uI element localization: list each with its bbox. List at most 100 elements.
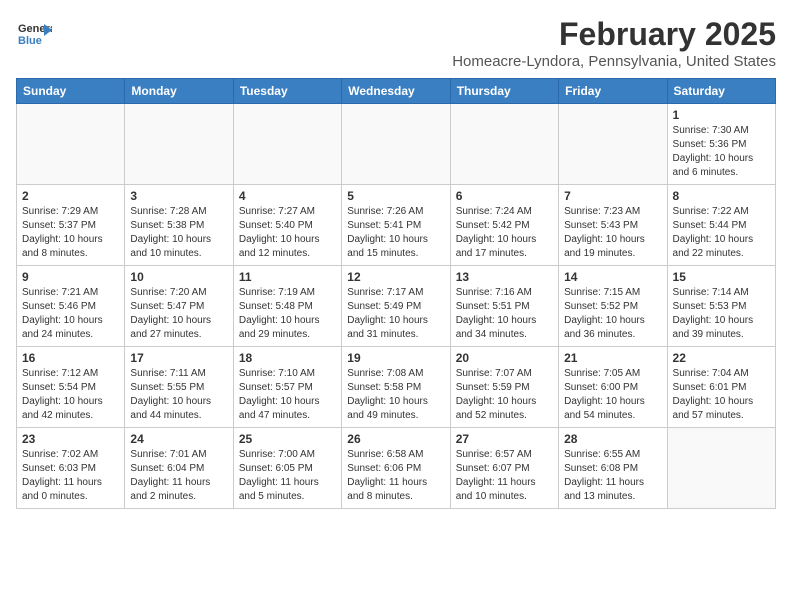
day-info: Sunrise: 7:14 AM Sunset: 5:53 PM Dayligh…: [673, 286, 770, 342]
day-info: Sunrise: 7:21 AM Sunset: 5:46 PM Dayligh…: [22, 286, 119, 342]
day-number: 9: [22, 270, 119, 284]
day-info: Sunrise: 6:57 AM Sunset: 6:07 PM Dayligh…: [456, 448, 553, 504]
logo: General Blue: [16, 16, 52, 52]
calendar-week-5: 23Sunrise: 7:02 AM Sunset: 6:03 PM Dayli…: [17, 428, 776, 509]
calendar-week-4: 16 Sunrise: 7:12 AM Sunset: 5:54 PM Dayli…: [17, 347, 776, 428]
calendar-cell: 5 Sunrise: 7:26 AM Sunset: 5:41 PM Daylig…: [342, 185, 450, 266]
calendar-cell: 1 Sunrise: 7:30 AM Sunset: 5:36 PM Daylig…: [667, 104, 775, 185]
calendar-cell: 25 Sunrise: 7:00 AM Sunset: 6:05 PM Dayli…: [233, 428, 341, 509]
day-number: 19: [347, 351, 444, 365]
day-number: 15: [673, 270, 770, 284]
svg-text:Blue: Blue: [18, 35, 42, 47]
day-info: Sunrise: 7:12 AM Sunset: 5:54 PM Dayligh…: [22, 367, 119, 423]
day-number: 21: [564, 351, 661, 365]
calendar-cell: 4 Sunrise: 7:27 AM Sunset: 5:40 PM Daylig…: [233, 185, 341, 266]
weekday-header-wednesday: Wednesday: [342, 79, 450, 104]
calendar-cell: 20 Sunrise: 7:07 AM Sunset: 5:59 PM Dayli…: [450, 347, 558, 428]
calendar-cell: 9 Sunrise: 7:21 AM Sunset: 5:46 PM Daylig…: [17, 266, 125, 347]
day-number: 7: [564, 189, 661, 203]
calendar-cell: 12 Sunrise: 7:17 AM Sunset: 5:49 PM Dayli…: [342, 266, 450, 347]
calendar-cell: 23Sunrise: 7:02 AM Sunset: 6:03 PM Dayli…: [17, 428, 125, 509]
logo-icon: General Blue: [16, 16, 52, 52]
calendar-cell: 24 Sunrise: 7:01 AM Sunset: 6:04 PM Dayli…: [125, 428, 233, 509]
calendar-table: SundayMondayTuesdayWednesdayThursdayFrid…: [16, 78, 776, 509]
day-number: 24: [130, 432, 227, 446]
day-number: 1: [673, 108, 770, 122]
day-info: Sunrise: 7:23 AM Sunset: 5:43 PM Dayligh…: [564, 205, 661, 261]
calendar-week-3: 9 Sunrise: 7:21 AM Sunset: 5:46 PM Daylig…: [17, 266, 776, 347]
title-area: February 2025 Homeacre-Lyndora, Pennsylv…: [452, 16, 776, 70]
day-info: Sunrise: 7:19 AM Sunset: 5:48 PM Dayligh…: [239, 286, 336, 342]
day-info: Sunrise: 7:00 AM Sunset: 6:05 PM Dayligh…: [239, 448, 336, 504]
calendar-cell: 13 Sunrise: 7:16 AM Sunset: 5:51 PM Dayli…: [450, 266, 558, 347]
day-number: 4: [239, 189, 336, 203]
day-info: Sunrise: 7:27 AM Sunset: 5:40 PM Dayligh…: [239, 205, 336, 261]
day-number: 22: [673, 351, 770, 365]
day-number: 13: [456, 270, 553, 284]
day-info: Sunrise: 7:29 AM Sunset: 5:37 PM Dayligh…: [22, 205, 119, 261]
day-number: 12: [347, 270, 444, 284]
calendar-cell: 6 Sunrise: 7:24 AM Sunset: 5:42 PM Daylig…: [450, 185, 558, 266]
day-info: Sunrise: 7:04 AM Sunset: 6:01 PM Dayligh…: [673, 367, 770, 423]
calendar-cell: 17 Sunrise: 7:11 AM Sunset: 5:55 PM Dayli…: [125, 347, 233, 428]
day-number: 10: [130, 270, 227, 284]
calendar-cell: 26 Sunrise: 6:58 AM Sunset: 6:06 PM Dayli…: [342, 428, 450, 509]
day-info: Sunrise: 7:26 AM Sunset: 5:41 PM Dayligh…: [347, 205, 444, 261]
calendar-cell: 7 Sunrise: 7:23 AM Sunset: 5:43 PM Daylig…: [559, 185, 667, 266]
day-info: Sunrise: 7:15 AM Sunset: 5:52 PM Dayligh…: [564, 286, 661, 342]
calendar-cell: 11Sunrise: 7:19 AM Sunset: 5:48 PM Dayli…: [233, 266, 341, 347]
day-info: Sunrise: 7:10 AM Sunset: 5:57 PM Dayligh…: [239, 367, 336, 423]
month-title: February 2025: [452, 16, 776, 53]
day-info: Sunrise: 7:24 AM Sunset: 5:42 PM Dayligh…: [456, 205, 553, 261]
calendar-cell: [17, 104, 125, 185]
day-info: Sunrise: 7:08 AM Sunset: 5:58 PM Dayligh…: [347, 367, 444, 423]
day-number: 16: [22, 351, 119, 365]
calendar-cell: [342, 104, 450, 185]
calendar-cell: 19 Sunrise: 7:08 AM Sunset: 5:58 PM Dayli…: [342, 347, 450, 428]
weekday-header-saturday: Saturday: [667, 79, 775, 104]
weekday-header-friday: Friday: [559, 79, 667, 104]
day-number: 5: [347, 189, 444, 203]
day-info: Sunrise: 7:28 AM Sunset: 5:38 PM Dayligh…: [130, 205, 227, 261]
calendar-cell: 27 Sunrise: 6:57 AM Sunset: 6:07 PM Dayli…: [450, 428, 558, 509]
calendar-cell: 28 Sunrise: 6:55 AM Sunset: 6:08 PM Dayli…: [559, 428, 667, 509]
day-info: Sunrise: 7:30 AM Sunset: 5:36 PM Dayligh…: [673, 124, 770, 180]
calendar-cell: 3Sunrise: 7:28 AM Sunset: 5:38 PM Daylig…: [125, 185, 233, 266]
day-info: Sunrise: 7:20 AM Sunset: 5:47 PM Dayligh…: [130, 286, 227, 342]
day-info: Sunrise: 7:05 AM Sunset: 6:00 PM Dayligh…: [564, 367, 661, 423]
weekday-header-tuesday: Tuesday: [233, 79, 341, 104]
weekday-header-thursday: Thursday: [450, 79, 558, 104]
day-number: 6: [456, 189, 553, 203]
weekday-header-row: SundayMondayTuesdayWednesdayThursdayFrid…: [17, 79, 776, 104]
weekday-header-sunday: Sunday: [17, 79, 125, 104]
weekday-header-monday: Monday: [125, 79, 233, 104]
day-number: 8: [673, 189, 770, 203]
calendar-week-2: 2Sunrise: 7:29 AM Sunset: 5:37 PM Daylig…: [17, 185, 776, 266]
day-number: 18: [239, 351, 336, 365]
day-number: 20: [456, 351, 553, 365]
calendar-header: General Blue February 2025 Homeacre-Lynd…: [16, 16, 776, 70]
calendar-cell: [125, 104, 233, 185]
day-info: Sunrise: 7:01 AM Sunset: 6:04 PM Dayligh…: [130, 448, 227, 504]
calendar-cell: 14 Sunrise: 7:15 AM Sunset: 5:52 PM Dayli…: [559, 266, 667, 347]
day-number: 14: [564, 270, 661, 284]
calendar-cell: [450, 104, 558, 185]
day-number: 26: [347, 432, 444, 446]
calendar-cell: 10 Sunrise: 7:20 AM Sunset: 5:47 PM Dayli…: [125, 266, 233, 347]
day-info: Sunrise: 7:17 AM Sunset: 5:49 PM Dayligh…: [347, 286, 444, 342]
calendar-cell: 15 Sunrise: 7:14 AM Sunset: 5:53 PM Dayli…: [667, 266, 775, 347]
day-number: 27: [456, 432, 553, 446]
day-info: Sunrise: 7:07 AM Sunset: 5:59 PM Dayligh…: [456, 367, 553, 423]
day-number: 17: [130, 351, 227, 365]
day-info: Sunrise: 6:58 AM Sunset: 6:06 PM Dayligh…: [347, 448, 444, 504]
calendar-cell: [667, 428, 775, 509]
day-info: Sunrise: 7:22 AM Sunset: 5:44 PM Dayligh…: [673, 205, 770, 261]
calendar-cell: 16 Sunrise: 7:12 AM Sunset: 5:54 PM Dayli…: [17, 347, 125, 428]
day-info: Sunrise: 7:11 AM Sunset: 5:55 PM Dayligh…: [130, 367, 227, 423]
day-number: 28: [564, 432, 661, 446]
day-info: Sunrise: 6:55 AM Sunset: 6:08 PM Dayligh…: [564, 448, 661, 504]
day-info: Sunrise: 7:16 AM Sunset: 5:51 PM Dayligh…: [456, 286, 553, 342]
calendar-cell: 8 Sunrise: 7:22 AM Sunset: 5:44 PM Daylig…: [667, 185, 775, 266]
day-number: 25: [239, 432, 336, 446]
location-title: Homeacre-Lyndora, Pennsylvania, United S…: [452, 53, 776, 70]
